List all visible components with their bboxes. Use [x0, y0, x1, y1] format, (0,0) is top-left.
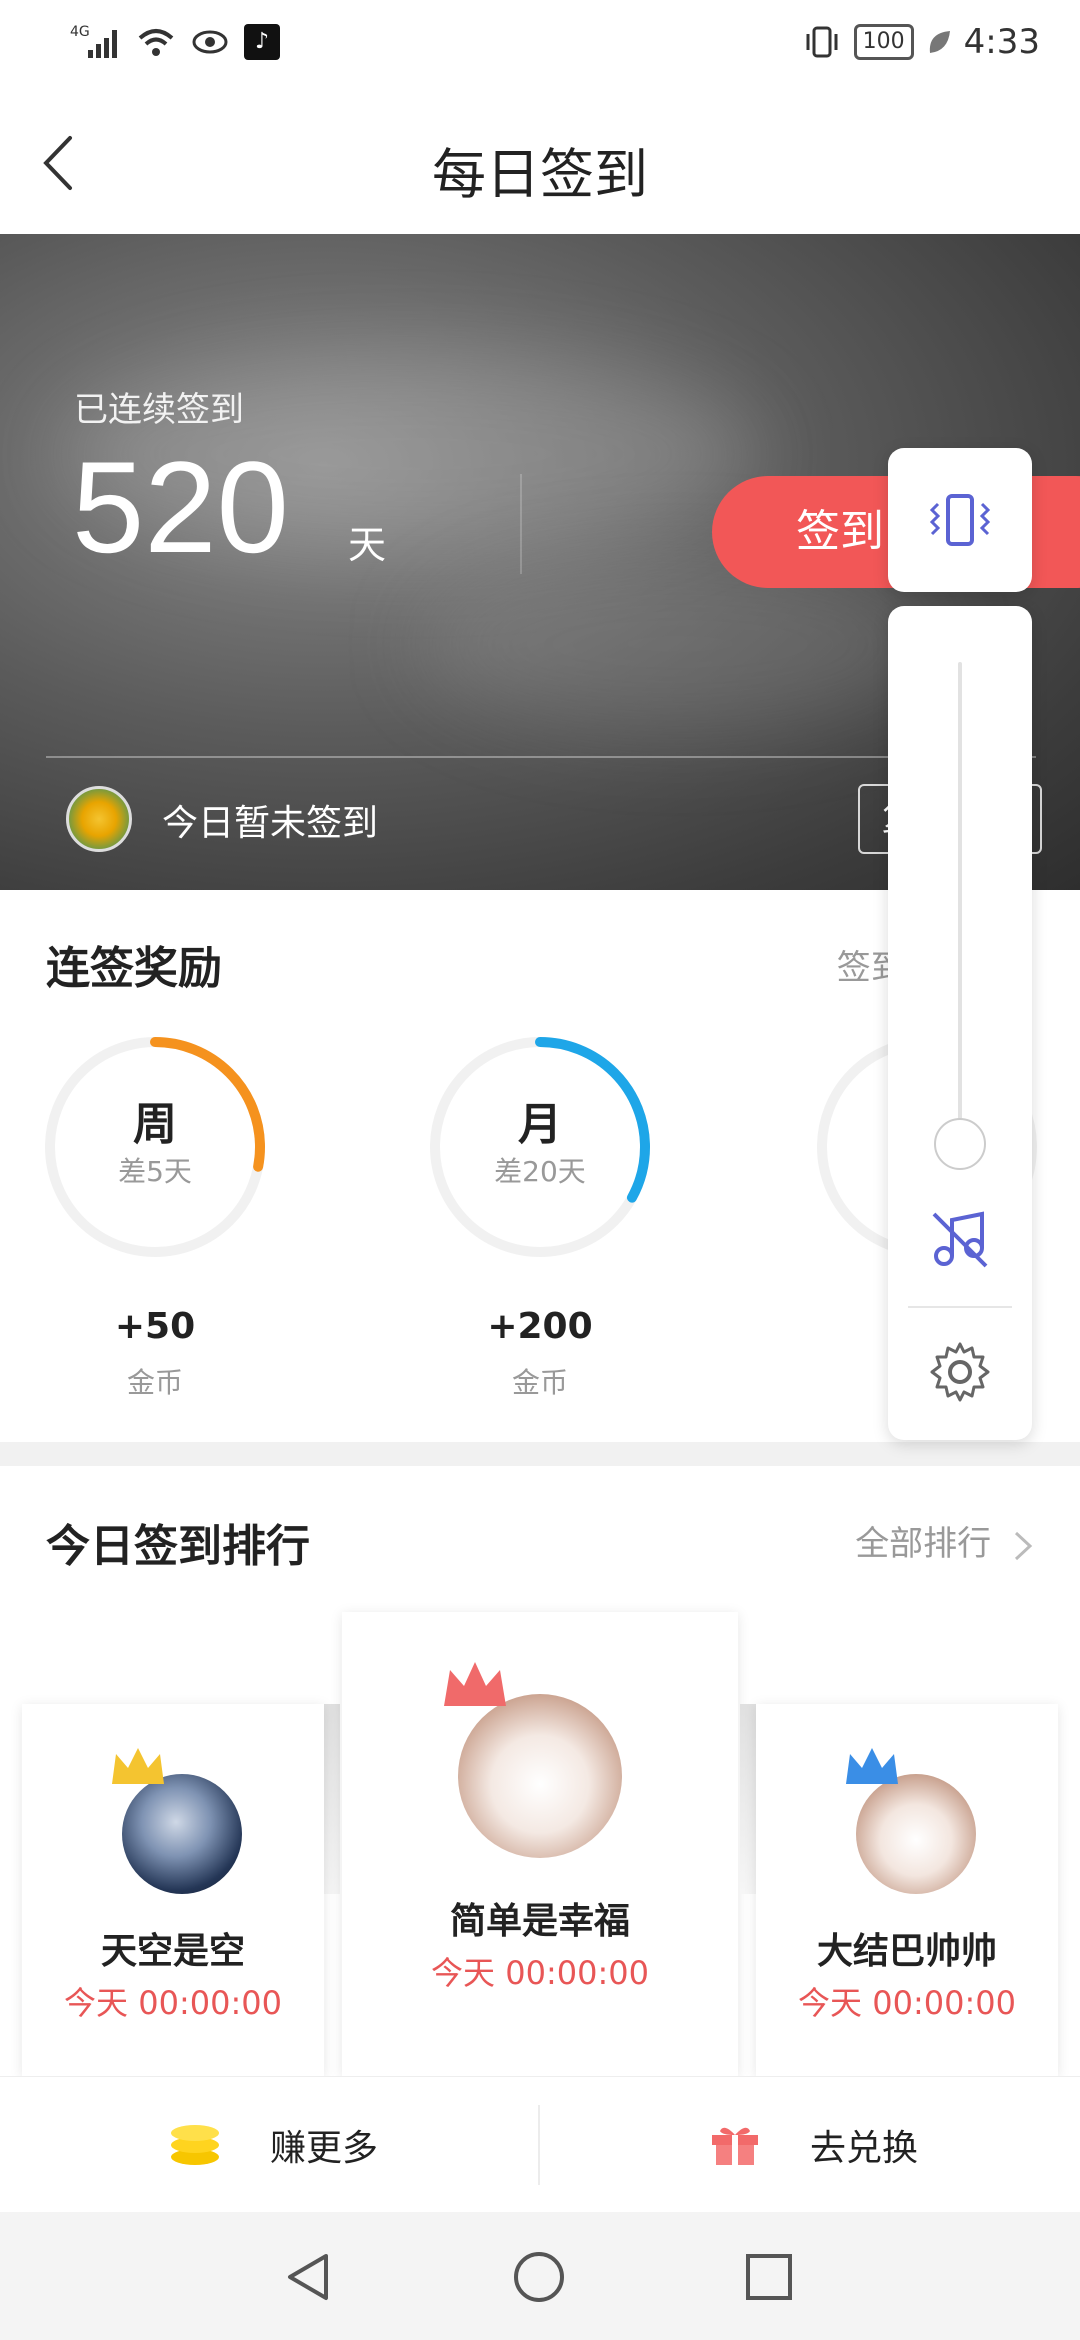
rank-name-second: 天空是空 — [100, 1931, 245, 1972]
ranking-section: 今日签到排行 全部排行 天空是空 今天 00:00:00 简单是幸福 今天 00… — [0, 1466, 1080, 2076]
bottom-action-bar: 赚更多 去兑换 — [0, 2076, 1080, 2212]
rank-time-first: 今天 00:00:00 — [431, 1954, 649, 1992]
volume-panel-separator — [908, 1306, 1012, 1308]
rewards-title: 连签奖励 — [46, 943, 222, 994]
rank-card-third[interactable]: 大结巴帅帅 今天 00:00:00 — [756, 1704, 1058, 2076]
ranking-title: 今日签到排行 — [46, 1521, 310, 1572]
reward-month-ring: 月 差20天 — [425, 1032, 655, 1262]
user-avatar[interactable] — [66, 786, 132, 852]
reward-week-remaining: 差5天 — [118, 1155, 192, 1188]
status-left: 4G ♪ — [70, 22, 280, 62]
settings-gear-icon[interactable] — [928, 1340, 992, 1404]
volume-slider-knob[interactable] — [934, 1118, 986, 1170]
reward-week-unit: 金币 — [126, 1366, 183, 1399]
nav-back-icon[interactable] — [282, 2250, 334, 2304]
system-nav-bar — [0, 2212, 1080, 2340]
rank-avatar-first — [458, 1694, 622, 1858]
status-bar: 4G ♪ 100 4:33 — [0, 0, 1080, 90]
rank-time-second: 今天 00:00:00 — [64, 1984, 282, 2022]
title-bar: 每日签到 — [0, 90, 1080, 234]
chevron-right-icon — [1014, 1531, 1033, 1560]
streak-unit: 天 — [348, 523, 387, 567]
wifi-icon — [138, 29, 174, 56]
crown-icon-first — [444, 1662, 506, 1706]
battery-indicator: 100 — [853, 24, 914, 60]
earn-more-button[interactable]: 赚更多 — [170, 2077, 378, 2213]
leaf-icon — [929, 31, 950, 53]
reward-month-value: +200 — [487, 1306, 593, 1347]
volume-slider-track[interactable] — [958, 662, 962, 1162]
reward-week-value: +50 — [114, 1306, 196, 1347]
reward-week-title: 周 — [133, 1099, 177, 1150]
action-divider — [538, 2105, 540, 2185]
music-muted-icon[interactable] — [928, 1206, 992, 1270]
reward-month-title: 月 — [518, 1099, 562, 1150]
reward-month[interactable]: 月 差20天 +200 金币 — [425, 1032, 655, 1401]
crown-icon-third — [846, 1748, 898, 1784]
gift-icon — [712, 2127, 758, 2165]
all-ranking-link[interactable]: 全部排行 — [855, 1516, 1034, 1565]
vibrate-mode-button[interactable] — [888, 448, 1032, 592]
all-ranking-label: 全部排行 — [855, 1524, 992, 1564]
reward-month-remaining: 差20天 — [494, 1155, 586, 1188]
earn-more-label: 赚更多 — [270, 2128, 379, 2169]
exchange-button[interactable]: 去兑换 — [710, 2077, 918, 2213]
podium-shadow-left — [322, 1704, 340, 1894]
clock: 4:33 — [963, 22, 1040, 62]
vibrate-mode-icon — [929, 494, 991, 546]
section-separator — [0, 1442, 1080, 1466]
rank-avatar-second — [122, 1774, 242, 1894]
reward-month-unit: 金币 — [511, 1366, 568, 1399]
streak-label: 已连续签到 — [74, 390, 244, 430]
nav-recents-icon[interactable] — [744, 2252, 794, 2302]
signal-icon: 4G — [70, 24, 117, 58]
rank-name-first: 简单是幸福 — [449, 1901, 630, 1942]
streak-days: 520 — [72, 434, 289, 580]
checkin-status-text: 今日暂未签到 — [162, 803, 379, 844]
rank-name-third: 大结巴帅帅 — [816, 1931, 997, 1972]
volume-panel — [888, 606, 1032, 1440]
hero-vertical-divider — [520, 474, 522, 574]
rank-time-third: 今天 00:00:00 — [798, 1984, 1016, 2022]
rank-card-first[interactable]: 简单是幸福 今天 00:00:00 — [342, 1612, 738, 2076]
eye-icon — [192, 30, 228, 54]
crown-icon-second — [112, 1748, 164, 1784]
rank-card-second[interactable]: 天空是空 今天 00:00:00 — [22, 1704, 324, 2076]
reward-week-ring: 周 差5天 — [40, 1032, 270, 1262]
page-title: 每日签到 — [432, 143, 648, 206]
nav-home-icon[interactable] — [512, 2250, 566, 2304]
rank-avatar-third — [856, 1774, 976, 1894]
reward-week[interactable]: 周 差5天 +50 金币 — [40, 1032, 270, 1401]
coin-stack-icon — [171, 2125, 219, 2165]
network-label: 4G — [70, 24, 90, 40]
exchange-label: 去兑换 — [810, 2128, 919, 2169]
status-right: 100 4:33 — [802, 22, 1040, 62]
tiktok-icon: ♪ — [244, 24, 280, 60]
vibrate-icon — [806, 26, 838, 58]
